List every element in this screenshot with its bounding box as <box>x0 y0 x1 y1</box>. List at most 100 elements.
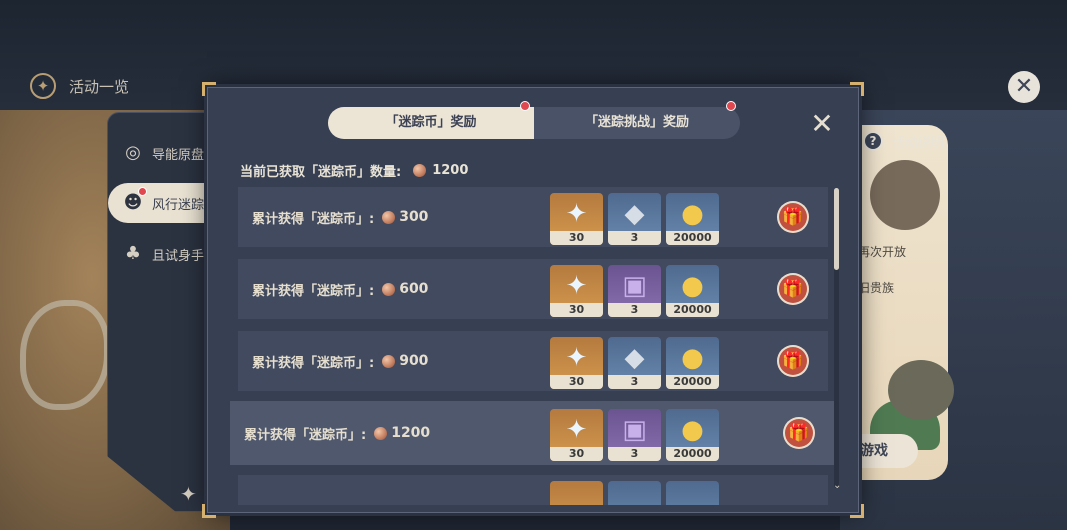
corner-ornament <box>202 82 216 96</box>
item-count: 3 <box>608 375 661 389</box>
compass-icon: ✦ <box>30 73 56 99</box>
primogem-item[interactable]: ✦ 30 <box>550 265 603 317</box>
primogem-icon: ✦ <box>565 415 588 445</box>
noble-text: 旧贵族 <box>858 281 895 295</box>
reward-tabs: 「迷踪币」奖励 「迷踪挑战」奖励 <box>328 101 740 139</box>
mora-item[interactable] <box>666 481 719 505</box>
mora-icon: ● <box>681 271 704 301</box>
page-title: 活动一览 <box>69 78 130 96</box>
claim-gift-button[interactable]: 🎁 <box>777 201 809 233</box>
summary-value: 1200 <box>432 162 469 178</box>
primogem-icon: ✦ <box>565 199 588 229</box>
mora-item[interactable]: ● 20000 <box>666 193 719 245</box>
mora-icon: ● <box>681 343 704 373</box>
reward-row: 累计获得「迷踪币」: 300 ✦ 30 ◆ 3 ● 20000 🎁 <box>238 187 828 247</box>
corner-ornament <box>850 82 864 96</box>
close-icon[interactable]: ✕ <box>1008 71 1040 103</box>
sidebar-item-trial[interactable]: ♣ 且试身手 <box>108 234 222 274</box>
claim-gift-button[interactable]: 🎁 <box>783 417 815 449</box>
tab-label: 「迷踪币」奖励 <box>385 115 477 130</box>
item-count: 20000 <box>666 303 719 317</box>
coin-icon <box>374 426 388 440</box>
item-count: 30 <box>550 375 603 389</box>
sidebar-item-label: 且试身手 <box>152 248 205 264</box>
item-count: 20000 <box>666 447 719 461</box>
rock-character-art <box>870 160 940 230</box>
item-count: 3 <box>608 231 661 245</box>
notification-badge <box>138 187 147 196</box>
item-count: 30 <box>550 303 603 317</box>
row-threshold: 1200 <box>391 425 431 441</box>
tab-label: 「迷踪挑战」奖励 <box>584 115 689 130</box>
mora-icon: ● <box>681 199 704 229</box>
help-icon[interactable]: ? <box>863 131 883 151</box>
event-sidebar: ◎ 导能原盘 ☻ 风行迷踪 ♣ 且试身手 <box>107 112 222 512</box>
ore-item[interactable]: ◆ 3 <box>608 193 661 245</box>
row-label: 累计获得「迷踪币」: 900 <box>252 331 428 391</box>
sidebar-item-label: 导能原盘 <box>152 147 205 163</box>
help-text[interactable]: 活动说明 <box>892 132 944 151</box>
sidebar-item-windtrace[interactable]: ☻ 风行迷踪 <box>108 183 222 223</box>
row-label-text: 累计获得「迷踪币」: <box>252 283 375 299</box>
mora-item[interactable]: ● 20000 <box>666 337 719 389</box>
book-item[interactable]: ▣ 3 <box>608 409 661 461</box>
reopen-text: 再次开放 <box>858 245 907 259</box>
scrollbar[interactable] <box>834 188 839 488</box>
summary-label: 当前已获取「迷踪币」数量: <box>240 164 402 180</box>
coin-icon <box>413 163 427 177</box>
sidebar-item-label: 风行迷踪 <box>152 197 205 213</box>
mask-decoration <box>20 300 110 410</box>
corner-ornament <box>202 504 216 518</box>
item-count: 20000 <box>666 375 719 389</box>
primogem-item[interactable] <box>550 481 603 505</box>
enhancement-ore-icon: ◆ <box>624 343 645 373</box>
tab-coin-rewards[interactable]: 「迷踪币」奖励 <box>328 101 534 139</box>
talent-book-icon: ▣ <box>622 271 647 301</box>
disc-icon: ◎ <box>125 142 141 163</box>
item-count: 30 <box>550 231 603 245</box>
row-label-text: 累计获得「迷踪币」: <box>252 211 375 227</box>
enhancement-ore-icon: ◆ <box>624 199 645 229</box>
item-count: 20000 <box>666 231 719 245</box>
cat-character-art <box>888 360 954 420</box>
cards-icon: ♣ <box>124 243 142 264</box>
tab-challenge-rewards[interactable]: 「迷踪挑战」奖励 <box>534 101 740 139</box>
reward-row-partial <box>238 475 828 505</box>
notification-badge <box>726 101 736 111</box>
mora-item[interactable]: ● 20000 <box>666 265 719 317</box>
row-threshold: 300 <box>399 209 429 225</box>
sidebar-item-disc[interactable]: ◎ 导能原盘 <box>108 133 222 173</box>
scroll-down-icon[interactable]: ⌄ <box>833 480 841 491</box>
primogem-item[interactable]: ✦ 30 <box>550 337 603 389</box>
claim-gift-button[interactable]: 🎁 <box>777 345 809 377</box>
reward-items: ✦ 30 ◆ 3 ● 20000 <box>550 337 724 389</box>
reward-item[interactable] <box>608 481 661 505</box>
reward-row-highlighted: 累计获得「迷踪币」: 1200 ✦ 30 ▣ 3 ● 20000 🎁 <box>230 401 838 465</box>
talent-book-icon: ▣ <box>622 415 647 445</box>
item-count: 3 <box>608 447 661 461</box>
notification-badge <box>520 101 530 111</box>
primogem-item[interactable]: ✦ 30 <box>550 193 603 245</box>
coin-icon <box>382 210 396 224</box>
primogem-icon: ✦ <box>565 271 588 301</box>
mora-item[interactable]: ● 20000 <box>666 409 719 461</box>
play-game-button[interactable]: 游戏 <box>852 434 918 468</box>
claim-gift-button[interactable]: 🎁 <box>777 273 809 305</box>
coin-icon <box>382 282 396 296</box>
corner-ornament <box>850 504 864 518</box>
reward-items: ✦ 30 ▣ 3 ● 20000 <box>550 409 724 461</box>
ore-item[interactable]: ◆ 3 <box>608 337 661 389</box>
item-count: 3 <box>608 303 661 317</box>
star-decoration-icon: ✦ <box>180 482 197 506</box>
reward-row: 累计获得「迷踪币」: 600 ✦ 30 ▣ 3 ● 20000 🎁 <box>238 259 828 319</box>
primogem-icon: ✦ <box>565 343 588 373</box>
mora-icon: ● <box>681 415 704 445</box>
scrollbar-thumb[interactable] <box>834 188 839 270</box>
row-label-text: 累计获得「迷踪币」: <box>252 355 375 371</box>
item-count: 30 <box>550 447 603 461</box>
row-threshold: 900 <box>399 353 429 369</box>
book-item[interactable]: ▣ 3 <box>608 265 661 317</box>
primogem-item[interactable]: ✦ 30 <box>550 409 603 461</box>
coin-icon <box>382 354 396 368</box>
modal-close-icon[interactable]: ✕ <box>808 110 836 138</box>
